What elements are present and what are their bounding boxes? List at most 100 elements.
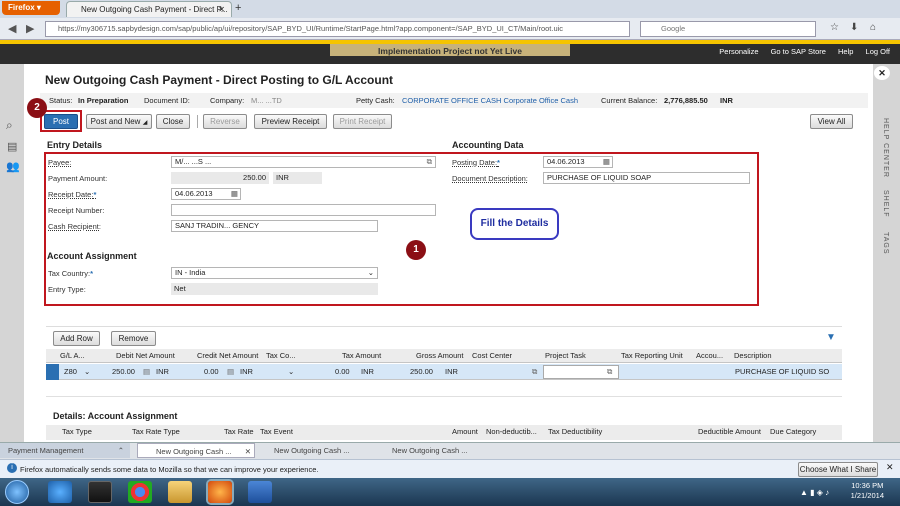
col-description[interactable]: Description xyxy=(734,349,772,363)
cell-gross[interactable]: 250.00 xyxy=(410,364,433,380)
calculator-icon[interactable]: ▤ xyxy=(227,364,234,380)
url-bar[interactable]: https://my306715.sapbydesign.com/sap/pub… xyxy=(45,21,630,37)
web-search-input[interactable]: Google xyxy=(640,21,816,37)
sap-store-link[interactable]: Go to SAP Store xyxy=(771,47,826,56)
cell-description[interactable]: PURCHASE OF LIQUID SO xyxy=(735,364,829,380)
table-row-empty[interactable] xyxy=(46,381,842,397)
col-due-category[interactable]: Due Category xyxy=(770,425,816,439)
posting-date-field[interactable]: 04.06.2013 ▦ xyxy=(543,156,613,168)
cell-tax-amount[interactable]: 0.00 xyxy=(335,364,350,380)
cell-gl[interactable]: Z80 xyxy=(64,364,77,380)
add-row-button[interactable]: Add Row xyxy=(53,331,100,346)
receipt-date-field[interactable]: 04.06.2013 ▦ xyxy=(171,188,241,200)
help-link[interactable]: Help xyxy=(838,47,853,56)
calculator-icon[interactable]: ▤ xyxy=(143,364,150,380)
col-account[interactable]: Accou... xyxy=(696,349,723,363)
value-help-icon[interactable]: ⧉ xyxy=(427,157,432,167)
start-button-icon[interactable] xyxy=(5,480,29,504)
forward-icon[interactable]: ▶ xyxy=(26,22,34,35)
internet-explorer-icon[interactable] xyxy=(48,481,72,503)
tray-icons[interactable]: ▲ ▮ ◈ ♪ xyxy=(800,488,829,497)
media-player-icon[interactable] xyxy=(88,481,112,503)
help-center-tab[interactable]: HELP CENTER xyxy=(882,118,889,178)
close-tab-icon[interactable]: ✕ xyxy=(218,2,225,17)
reverse-button[interactable]: Reverse xyxy=(203,114,247,129)
cell-debit[interactable]: 250.00 xyxy=(112,364,135,380)
search-icon[interactable]: ⌕ xyxy=(6,118,13,133)
preview-receipt-button[interactable]: Preview Receipt xyxy=(254,114,327,129)
post-and-new-button[interactable]: Post and New ◢ xyxy=(86,114,152,129)
col-cost-center[interactable]: Cost Center xyxy=(472,349,512,363)
col-debit[interactable]: Debit Net Amount xyxy=(116,349,175,363)
col-deductible-amount[interactable]: Deductible Amount xyxy=(698,425,761,439)
logoff-link[interactable]: Log Off xyxy=(866,47,890,56)
remove-button[interactable]: Remove xyxy=(111,331,156,346)
chevron-down-icon[interactable]: ⌄ xyxy=(288,364,294,380)
firefox-taskbar-icon[interactable] xyxy=(208,481,232,503)
payee-field[interactable]: M/... ...S ... ⧉ xyxy=(171,156,436,168)
col-tax-event[interactable]: Tax Event xyxy=(260,425,293,439)
chrome-icon[interactable] xyxy=(128,481,152,503)
post-button[interactable]: Post xyxy=(44,114,78,129)
downloads-icon[interactable]: ⬇ xyxy=(850,22,858,33)
col-credit[interactable]: Credit Net Amount xyxy=(197,349,258,363)
cell-tax-currency[interactable]: INR xyxy=(361,364,374,380)
col-tax-rate[interactable]: Tax Rate xyxy=(224,425,254,439)
firefox-menu-button[interactable]: Firefox ▾ xyxy=(2,1,60,15)
tags-tab[interactable]: TAGS xyxy=(882,232,889,255)
col-gl-account[interactable]: G/L A... xyxy=(60,349,85,363)
view-all-button[interactable]: View All xyxy=(810,114,853,129)
col-non-deductible[interactable]: Non-deductib... xyxy=(486,425,537,439)
filter-icon[interactable]: ▼ xyxy=(826,332,836,343)
system-clock[interactable]: 10:36 PM 1/21/2014 xyxy=(851,481,884,501)
close-icon[interactable]: ✕ xyxy=(245,444,251,459)
col-amount[interactable]: Amount xyxy=(452,425,478,439)
cell-gross-currency[interactable]: INR xyxy=(445,364,458,380)
shelf-tab[interactable]: SHELF xyxy=(882,190,889,218)
window-tab-1[interactable]: New Outgoing Cash ... ✕ xyxy=(137,443,255,458)
close-window-icon[interactable]: ✕ xyxy=(874,66,890,80)
window-tab-3[interactable]: New Outgoing Cash ... xyxy=(375,443,485,458)
back-icon[interactable]: ◀ xyxy=(8,22,16,35)
new-tab-button[interactable]: + xyxy=(235,2,241,14)
document-description-field[interactable]: PURCHASE OF LIQUID SOAP xyxy=(543,172,750,184)
explorer-folder-icon[interactable] xyxy=(168,481,192,503)
col-tax-deductibility[interactable]: Tax Deductibility xyxy=(548,425,602,439)
col-tax-type[interactable]: Tax Type xyxy=(62,425,92,439)
col-tax-reporting-unit[interactable]: Tax Reporting Unit xyxy=(621,349,683,363)
bookmarks-icon[interactable]: ☆ xyxy=(830,22,839,33)
col-gross-amount[interactable]: Gross Amount xyxy=(416,349,464,363)
close-button[interactable]: Close xyxy=(156,114,190,129)
row-selector[interactable] xyxy=(46,364,59,380)
receipt-number-field[interactable] xyxy=(171,204,436,216)
cash-recipient-field[interactable]: SANJ TRADIN... GENCY xyxy=(171,220,378,232)
chevron-down-icon[interactable]: ⌄ xyxy=(368,268,374,278)
personalize-link[interactable]: Personalize xyxy=(719,47,758,56)
tax-country-select[interactable]: IN - India ⌄ xyxy=(171,267,378,279)
calendar-icon[interactable]: ▦ xyxy=(603,157,610,167)
document-icon[interactable]: ▤ xyxy=(7,140,17,153)
close-notification-icon[interactable]: ✕ xyxy=(886,462,894,473)
calendar-icon[interactable]: ▦ xyxy=(231,189,238,199)
cell-debit-currency[interactable]: INR xyxy=(156,364,169,380)
browser-tab[interactable]: New Outgoing Cash Payment - Direct P... ✕ xyxy=(66,1,232,17)
value-help-icon[interactable]: ⧉ xyxy=(607,364,612,380)
payment-management-tab[interactable]: Payment Management ⌃ xyxy=(0,443,130,458)
table-row[interactable]: Z80 ⌄ 250.00 ▤ INR 0.00 ▤ INR ⌄ 0.00 INR… xyxy=(46,364,842,380)
home-icon[interactable]: ⌂ xyxy=(870,22,876,33)
chevron-down-icon[interactable]: ⌄ xyxy=(84,364,90,380)
cell-credit[interactable]: 0.00 xyxy=(204,364,219,380)
chevron-up-icon[interactable]: ⌃ xyxy=(118,443,124,458)
petty-cash-value[interactable]: CORPORATE OFFICE CASH Corporate Office C… xyxy=(402,93,578,108)
col-project-task[interactable]: Project Task xyxy=(545,349,586,363)
col-tax-rate-type[interactable]: Tax Rate Type xyxy=(132,425,180,439)
col-tax-code[interactable]: Tax Co... xyxy=(266,349,296,363)
value-help-icon[interactable]: ⧉ xyxy=(532,364,537,380)
print-receipt-button[interactable]: Print Receipt xyxy=(333,114,392,129)
window-tab-2[interactable]: New Outgoing Cash ... xyxy=(258,443,368,458)
choose-what-i-share-button[interactable]: Choose What I Share xyxy=(798,462,878,477)
col-tax-amount[interactable]: Tax Amount xyxy=(342,349,381,363)
people-icon[interactable]: 👥 xyxy=(6,160,20,173)
cell-credit-currency[interactable]: INR xyxy=(240,364,253,380)
word-icon[interactable] xyxy=(248,481,272,503)
